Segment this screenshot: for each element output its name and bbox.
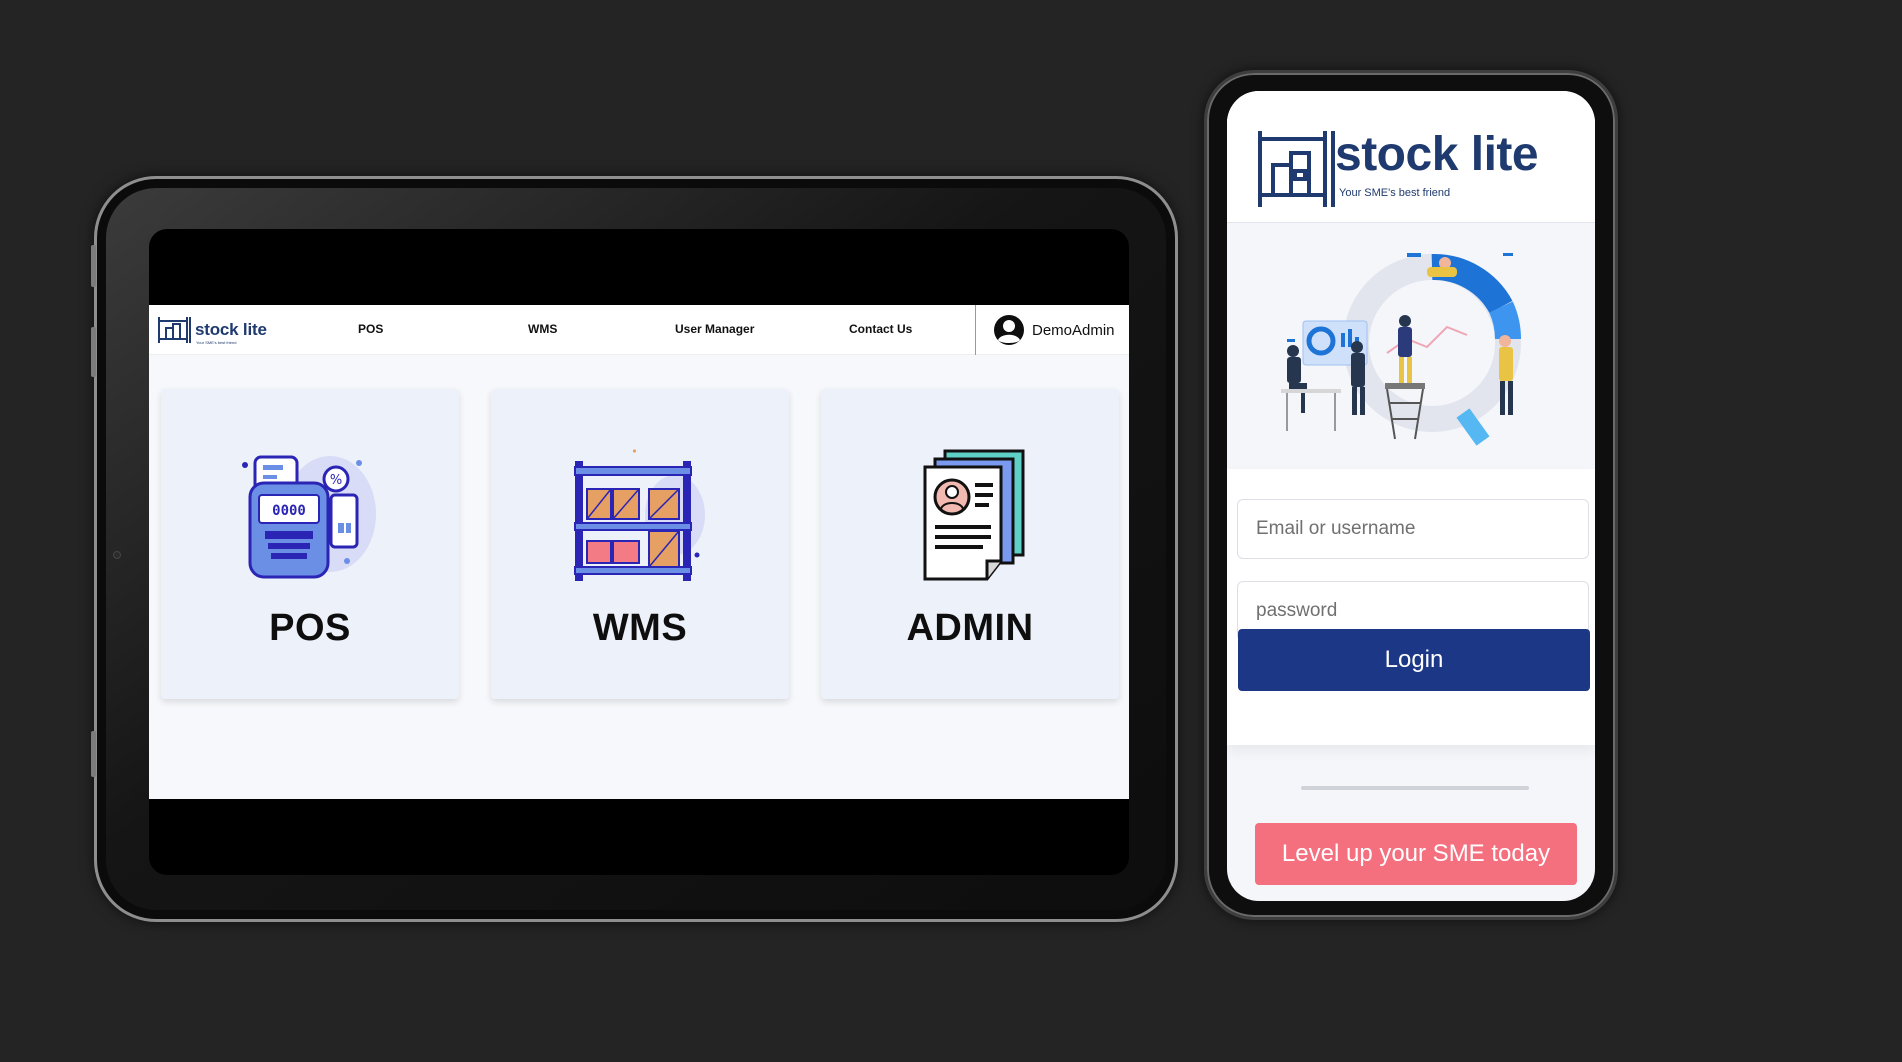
nav-link-contact-us[interactable]: Contact Us [849,322,912,336]
pos-terminal-icon: % 0000 [242,455,376,579]
tablet-side-button [91,731,96,777]
nav-divider [975,305,976,355]
svg-text:%: % [330,473,342,488]
top-navbar: stock lite Your SME's best friend POS WM… [149,305,1129,355]
team-analytics-illustration [1281,253,1522,446]
phone-screen: stock lite Your SME's best friend Email … [1227,91,1595,901]
dashboard-page: stock lite Your SME's best friend POS WM… [149,305,1129,799]
warehouse-logo-icon [1258,131,1335,207]
brand-tagline: Your SME's best friend [196,340,237,345]
login-header: stock lite Your SME's best friend [1227,91,1595,223]
card-pos[interactable]: % 0000 POS [161,389,459,699]
login-button[interactable]: Login [1238,629,1590,691]
email-input[interactable] [1237,499,1589,559]
nav-link-pos[interactable]: POS [358,322,383,336]
warehouse-logo-icon [158,317,191,343]
divider-bar [1301,786,1529,790]
level-up-cta-button[interactable]: Level up your SME today [1255,823,1577,885]
admin-documents-icon [923,449,1025,581]
tablet-screen: stock lite Your SME's best friend POS WM… [149,229,1129,875]
warehouse-shelf-icon [574,449,705,581]
svg-text:0000: 0000 [272,503,306,519]
card-label-admin: ADMIN [906,607,1034,649]
user-name: DemoAdmin [1032,321,1115,339]
card-wms[interactable]: WMS [491,389,789,699]
tablet-side-button [91,327,96,377]
tablet-device: stock lite Your SME's best friend POS WM… [91,176,1178,922]
brand-name: stock lite [1335,128,1539,181]
nav-link-user-manager[interactable]: User Manager [675,322,754,336]
brand-tagline: Your SME's best friend [1339,187,1451,199]
nav-link-wms[interactable]: WMS [528,322,557,336]
tablet-camera [113,551,121,559]
login-form: Login [1227,469,1595,745]
phone-device: stock lite Your SME's best friend Email … [1204,70,1618,920]
card-label-wms: WMS [592,607,688,649]
card-label-pos: POS [269,607,351,649]
tablet-side-button [91,245,96,287]
user-circle-icon [994,315,1024,345]
card-admin[interactable]: ADMIN [821,389,1119,699]
user-menu[interactable]: DemoAdmin [993,314,1115,346]
brand-name: stock lite [195,320,267,339]
brand-logo[interactable]: stock lite Your SME's best friend [157,314,267,346]
